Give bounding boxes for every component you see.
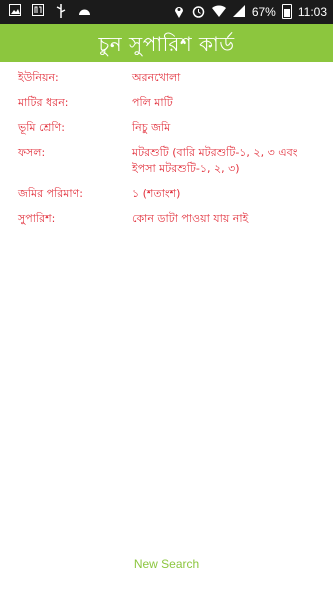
sim-icon bbox=[31, 4, 45, 18]
usb-icon bbox=[54, 4, 68, 18]
clock: 11:03 bbox=[297, 4, 327, 19]
detail-row-soil-type: মাটির ধরন: পলি মাটি bbox=[18, 95, 318, 111]
detail-row-crop: ফসল: মটরশুটি (বারি মটরশুটি-১, ২, ৩ এবং ই… bbox=[18, 145, 318, 177]
soil-type-value: পলি মাটি bbox=[132, 96, 173, 109]
image-icon bbox=[8, 4, 22, 18]
battery-icon bbox=[281, 4, 292, 19]
recommendation-details: ইউনিয়ন: অরনখোলা মাটির ধরন: পলি মাটি ভূম… bbox=[18, 70, 318, 236]
detail-row-union: ইউনিয়ন: অরনখোলা bbox=[18, 70, 318, 86]
land-class-value: নিচু জমি bbox=[132, 121, 171, 134]
soil-type-label: মাটির ধরন: bbox=[18, 96, 69, 109]
union-label: ইউনিয়ন: bbox=[18, 71, 59, 84]
recommendation-value: কোন ডাটা পাওয়া যায় নাই bbox=[132, 212, 249, 225]
android-icon bbox=[77, 4, 91, 18]
wifi-icon bbox=[211, 4, 226, 19]
land-amount-label: জমির পরিমাণ: bbox=[18, 187, 83, 200]
land-amount-value: ১ (শতাংশ) bbox=[132, 187, 181, 200]
detail-row-land-class: ভূমি শ্রেণি: নিচু জমি bbox=[18, 120, 318, 136]
detail-row-land-amount: জমির পরিমাণ: ১ (শতাংশ) bbox=[18, 186, 318, 202]
crop-label: ফসল: bbox=[18, 146, 46, 159]
signal-icon bbox=[232, 4, 246, 19]
location-icon bbox=[172, 5, 186, 19]
alarm-icon bbox=[192, 5, 206, 19]
union-value: অরনখোলা bbox=[132, 71, 181, 84]
crop-value: মটরশুটি (বারি মটরশুটি-১, ২, ৩ এবং ইপসা ম… bbox=[132, 146, 298, 175]
battery-percent: 67% bbox=[251, 4, 276, 19]
detail-row-recommendation: সুপারিশ: কোন ডাটা পাওয়া যায় নাই bbox=[18, 211, 318, 227]
new-search-button[interactable]: New Search bbox=[0, 557, 333, 571]
recommendation-label: সুপারিশ: bbox=[18, 212, 56, 225]
page-title: চুন সুপারিশ কার্ড bbox=[98, 32, 235, 56]
status-bar: 67% 11:03 bbox=[0, 0, 333, 24]
app-bar: চুন সুপারিশ কার্ড bbox=[0, 24, 333, 62]
land-class-label: ভূমি শ্রেণি: bbox=[18, 121, 65, 134]
